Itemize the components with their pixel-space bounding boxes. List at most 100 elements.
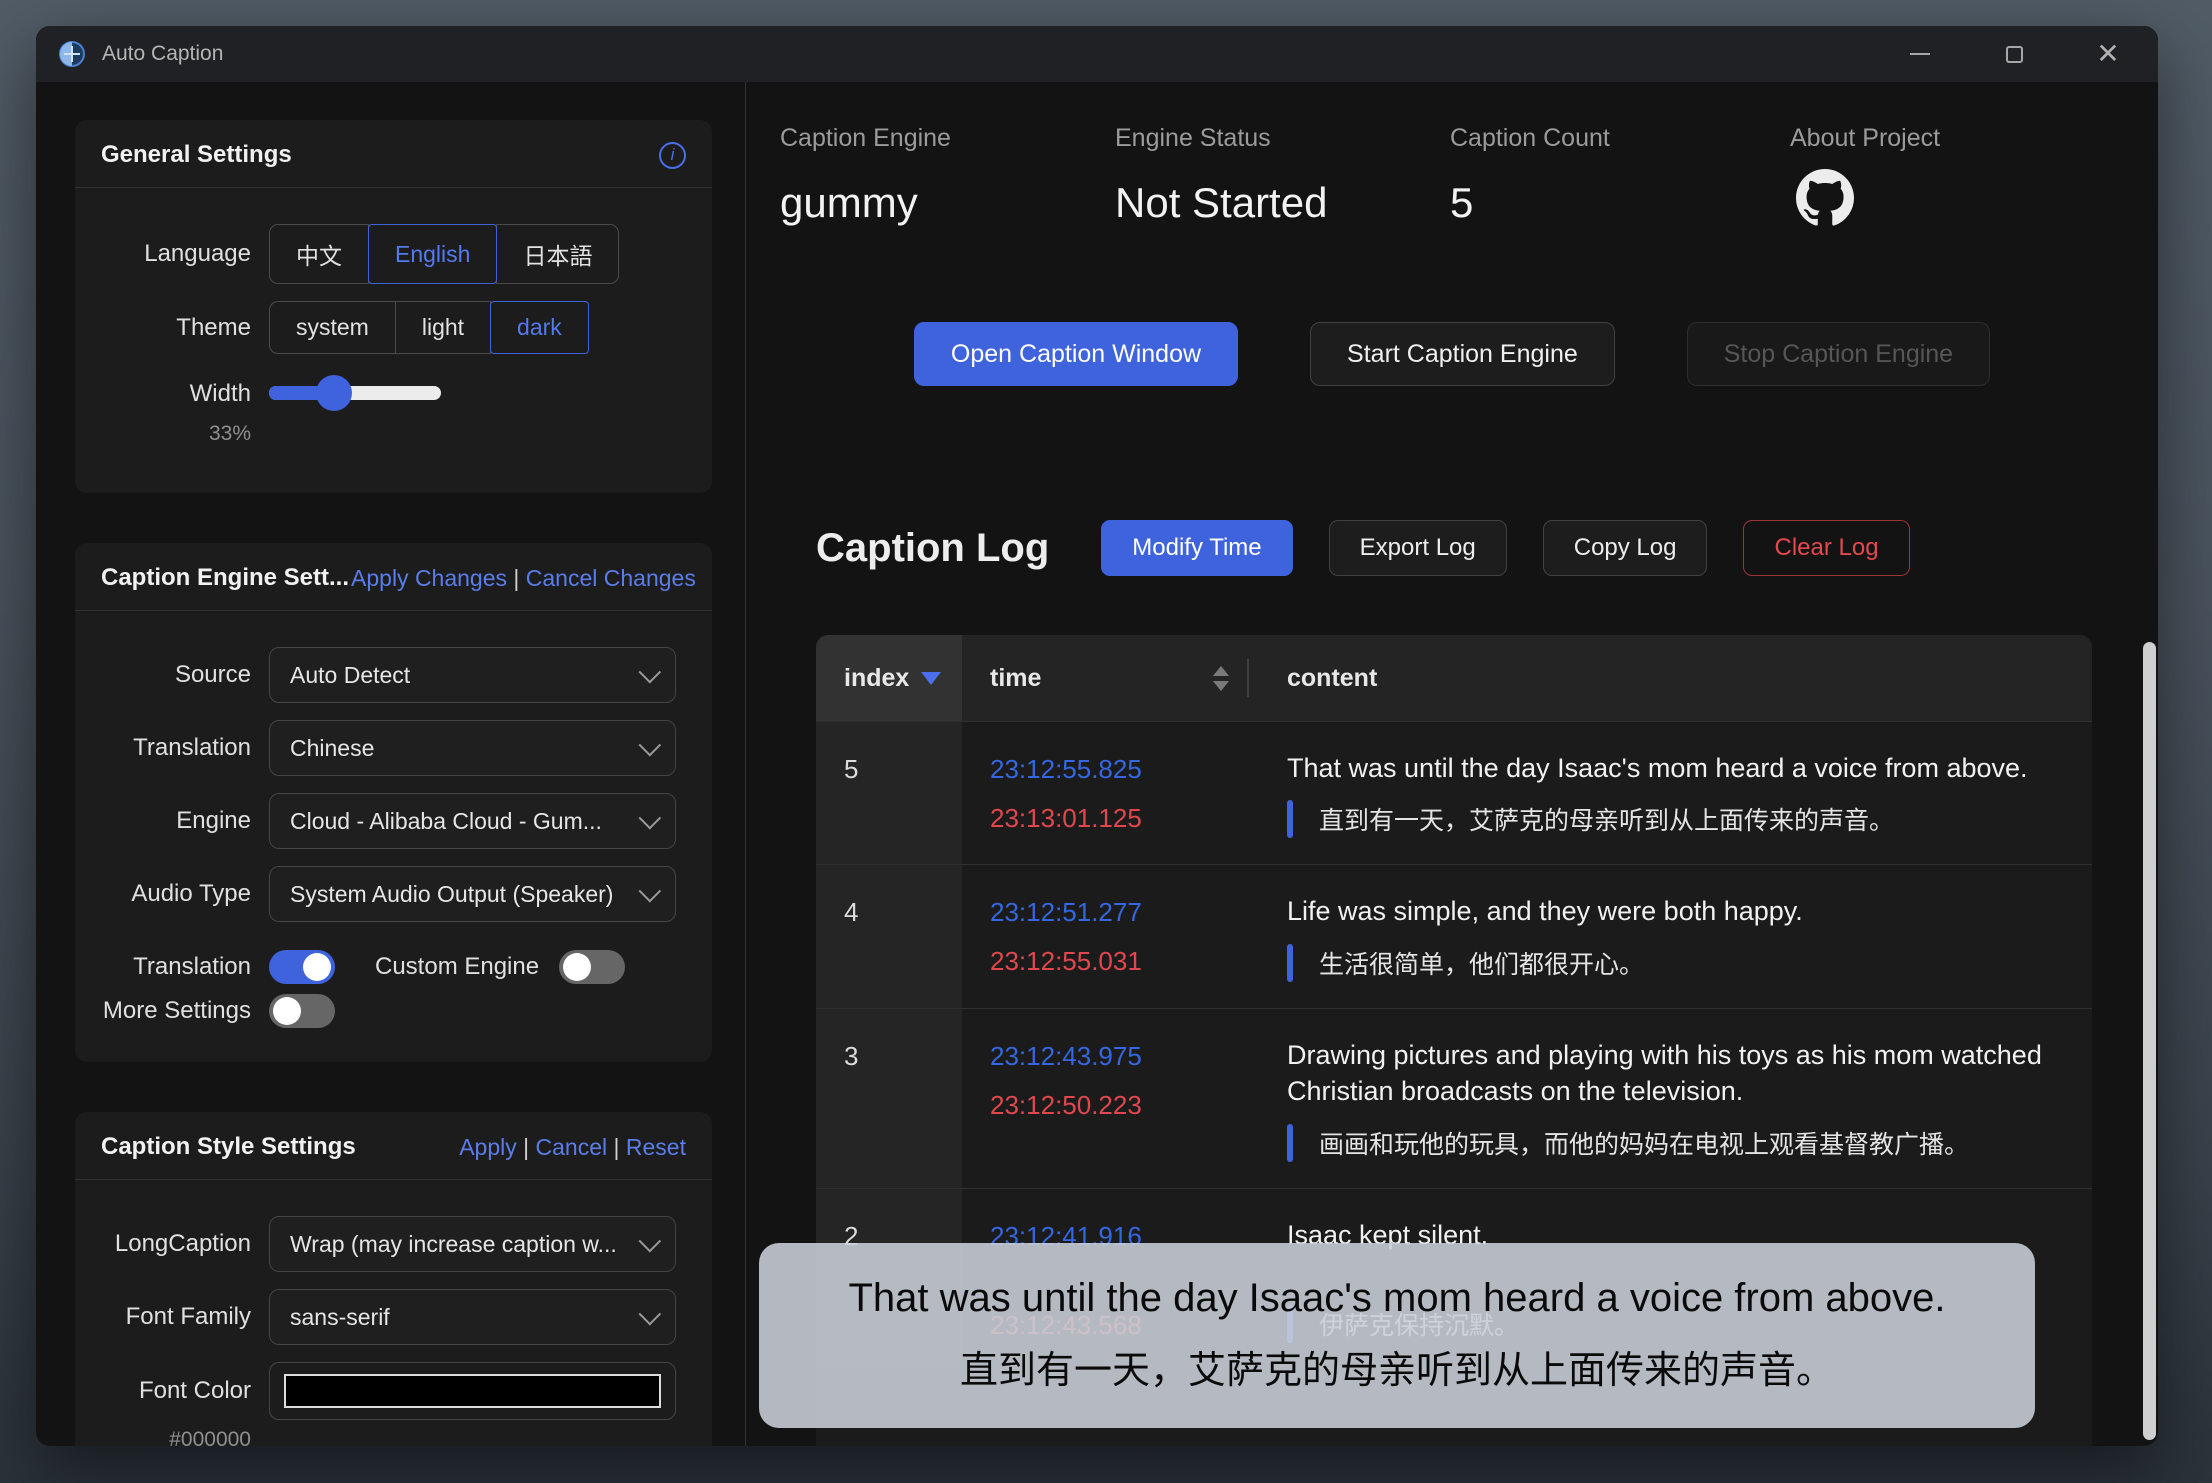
engine-settings-card: Caption Engine Sett... Apply Changes | C… [75,543,712,1062]
style-apply-link[interactable]: Apply [459,1134,517,1160]
chevron-down-icon [639,807,662,830]
width-value: 33% [101,422,251,446]
theme-option-dark[interactable]: dark [490,301,589,354]
table-row[interactable]: 4 23:12:51.277 23:12:55.031 Life was sim… [816,864,2092,1007]
source-select[interactable]: Auto Detect [269,647,676,703]
width-slider[interactable] [269,386,441,400]
style-settings-card: Caption Style Settings Apply | Cancel | … [75,1112,712,1446]
toggle-knob [563,953,591,981]
caption-chinese-text: 直到有一天，艾萨克的母亲听到从上面传来的声音。 [1319,801,1894,837]
table-row[interactable]: 5 23:12:55.825 23:13:01.125 That was unt… [816,721,2092,864]
stat-label: About Project [1790,124,2150,153]
audio-type-select[interactable]: System Audio Output (Speaker) [269,866,676,922]
long-caption-select[interactable]: Wrap (may increase caption w... [269,1216,676,1272]
font-family-select-value: sans-serif [290,1304,627,1331]
maximize-icon [2006,46,2023,63]
audio-type-label: Audio Type [101,880,251,908]
close-icon: ✕ [2096,40,2119,68]
sort-toggle-icon[interactable] [1213,666,1229,691]
style-cancel-link[interactable]: Cancel [536,1134,608,1160]
translation-toggle-label: Translation [101,953,251,981]
cancel-changes-link[interactable]: Cancel Changes [526,565,696,591]
stat-value: gummy [780,179,1115,227]
chevron-down-icon [639,880,662,903]
desktop: Auto Caption ✕ General Settings i [0,0,2212,1483]
more-settings-toggle[interactable] [269,994,335,1028]
caption-translation-line: 画画和玩他的玩具，而他的妈妈在电视上观看基督教广播。 [1287,1124,2058,1162]
general-settings-title: General Settings [101,141,292,169]
end-time: 23:12:50.223 [990,1090,1247,1121]
vertical-scrollbar-thumb[interactable] [2143,642,2156,1440]
caption-log-title: Caption Log [816,526,1049,571]
engine-settings-title: Caption Engine Sett... [101,564,349,592]
row-time-cell: 23:12:43.975 23:12:50.223 [962,1009,1247,1188]
column-header-time[interactable]: time [962,635,1247,721]
end-time: 23:12:55.031 [990,946,1247,977]
start-caption-engine-button[interactable]: Start Caption Engine [1310,322,1615,386]
start-time: 23:12:51.277 [990,897,1247,928]
title-bar[interactable]: Auto Caption ✕ [36,26,2158,82]
theme-option-light[interactable]: light [395,301,491,354]
caption-log-header: Caption Log Modify Time Export Log Copy … [816,520,2088,576]
stat-caption-engine: Caption Engine gummy [780,124,1115,232]
open-caption-window-button[interactable]: Open Caption Window [914,322,1238,386]
font-family-select[interactable]: sans-serif [269,1289,676,1345]
translation-accent-bar [1287,800,1293,838]
translation-select[interactable]: Chinese [269,720,676,776]
chevron-down-icon [639,1303,662,1326]
more-settings-label: More Settings [101,997,251,1025]
stat-value: 5 [1450,179,1790,227]
long-caption-select-value: Wrap (may increase caption w... [290,1231,627,1258]
font-family-label: Font Family [101,1303,251,1331]
translation-accent-bar [1287,1124,1293,1162]
language-option-en[interactable]: English [368,224,497,284]
chevron-down-icon [639,1230,662,1253]
index-header-label: index [844,664,909,693]
column-header-index[interactable]: index [816,635,962,721]
translation-toggle[interactable] [269,950,335,984]
minimize-button[interactable] [1898,32,1942,76]
stat-about-project: About Project [1790,124,2150,232]
caption-translation-line: 生活很简单，他们都很开心。 [1287,944,2058,982]
github-icon[interactable] [1796,169,1854,227]
caption-chinese-text: 生活很简单，他们都很开心。 [1319,945,1644,981]
stat-value: Not Started [1115,179,1450,227]
stat-engine-status: Engine Status Not Started [1115,124,1450,232]
language-label: Language [101,240,251,268]
row-time-cell: 23:12:51.277 23:12:55.031 [962,865,1247,1007]
app-logo-icon [58,40,86,68]
maximize-button[interactable] [1992,32,2036,76]
custom-engine-toggle[interactable] [559,950,625,984]
copy-log-button[interactable]: Copy Log [1543,520,1708,576]
source-select-value: Auto Detect [290,662,627,689]
apply-changes-link[interactable]: Apply Changes [351,565,507,591]
window-title: Auto Caption [102,42,223,66]
engine-select[interactable]: Cloud - Alibaba Cloud - Gum... [269,793,676,849]
stat-label: Engine Status [1115,124,1450,153]
slider-thumb[interactable] [316,375,352,411]
width-label: Width [101,380,251,408]
info-icon[interactable]: i [659,142,686,169]
language-option-zh[interactable]: 中文 [269,224,369,284]
general-settings-card: General Settings i Language 中文 English 日… [75,120,712,493]
font-color-picker[interactable] [269,1362,676,1420]
style-reset-link[interactable]: Reset [626,1134,686,1160]
content-header-label: content [1287,664,1377,693]
modify-time-button[interactable]: Modify Time [1101,520,1292,576]
clear-log-button[interactable]: Clear Log [1743,520,1909,576]
theme-option-system[interactable]: system [269,301,396,354]
close-button[interactable]: ✕ [2086,32,2130,76]
column-header-content: content [1247,635,2092,721]
stat-caption-count: Caption Count 5 [1450,124,1790,232]
row-content-cell: Drawing pictures and playing with his to… [1247,1009,2092,1188]
app-window: Auto Caption ✕ General Settings i [36,26,2158,1446]
table-row[interactable]: 3 23:12:43.975 23:12:50.223 Drawing pict… [816,1008,2092,1188]
caption-chinese-text: 画画和玩他的玩具，而他的妈妈在电视上观看基督教广播。 [1319,1125,1969,1161]
engine-select-value: Cloud - Alibaba Cloud - Gum... [290,808,627,835]
export-log-button[interactable]: Export Log [1329,520,1507,576]
caption-overlay[interactable]: That was until the day Isaac's mom heard… [759,1243,2035,1428]
language-option-ja[interactable]: 日本語 [496,224,619,284]
stat-label: Caption Count [1450,124,1790,153]
stop-caption-engine-button[interactable]: Stop Caption Engine [1687,322,1990,386]
translation-accent-bar [1287,944,1293,982]
